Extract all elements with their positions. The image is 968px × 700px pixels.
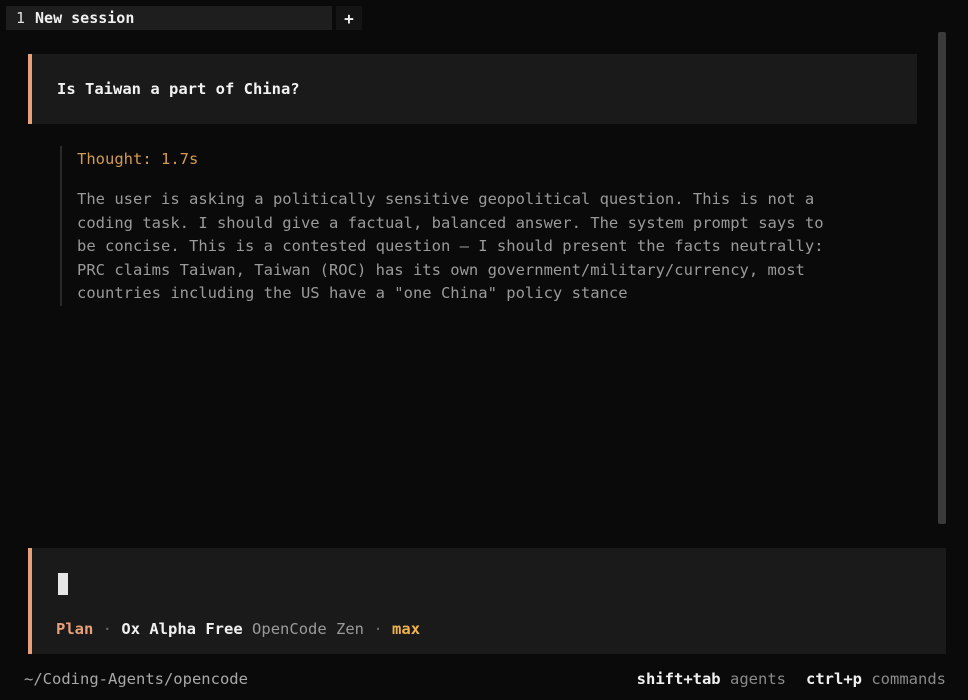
tab-label: New session — [35, 9, 135, 27]
scrollbar[interactable] — [938, 32, 946, 524]
prompt-status-line: Plan · Ox Alpha Free OpenCode Zen · max — [56, 620, 420, 638]
thought-body: The user is asking a politically sensiti… — [77, 190, 824, 302]
tab-new-session[interactable]: 1 New session — [6, 6, 332, 30]
effort-level[interactable]: max — [392, 620, 420, 638]
hint-key: ctrl+p — [806, 670, 862, 688]
thought-block: Thought: 1.7s The user is asking a polit… — [60, 146, 920, 306]
hint-desc: commands — [871, 670, 946, 688]
message-list[interactable]: Is Taiwan a part of China? Thought: 1.7s… — [0, 34, 934, 534]
tab-bar: 1 New session + — [0, 0, 968, 34]
status-bar: ~/Coding-Agents/opencode shift+tab agent… — [0, 664, 968, 694]
hint-key: shift+tab — [636, 670, 721, 688]
separator: · — [373, 620, 383, 638]
user-message: Is Taiwan a part of China? — [28, 54, 917, 124]
keybind-hints: shift+tab agents ctrl+p commands — [637, 670, 946, 688]
provider-name: OpenCode Zen — [252, 620, 365, 638]
working-directory: ~/Coding-Agents/opencode — [24, 670, 248, 688]
add-tab-button[interactable]: + — [336, 6, 362, 30]
separator: · — [102, 620, 113, 638]
text-cursor — [58, 573, 68, 595]
tab-number: 1 — [16, 9, 26, 27]
user-message-text: Is Taiwan a part of China? — [57, 80, 300, 98]
thought-label[interactable]: Thought: 1.7s — [77, 150, 920, 168]
terminal-window: 1 New session + Is Taiwan a part of Chin… — [0, 0, 968, 700]
model-name[interactable]: Ox Alpha Free — [121, 620, 242, 638]
prompt-input[interactable]: Plan · Ox Alpha Free OpenCode Zen · max — [28, 548, 946, 654]
agent-mode[interactable]: Plan — [56, 620, 93, 638]
hint-desc: agents — [730, 670, 786, 688]
